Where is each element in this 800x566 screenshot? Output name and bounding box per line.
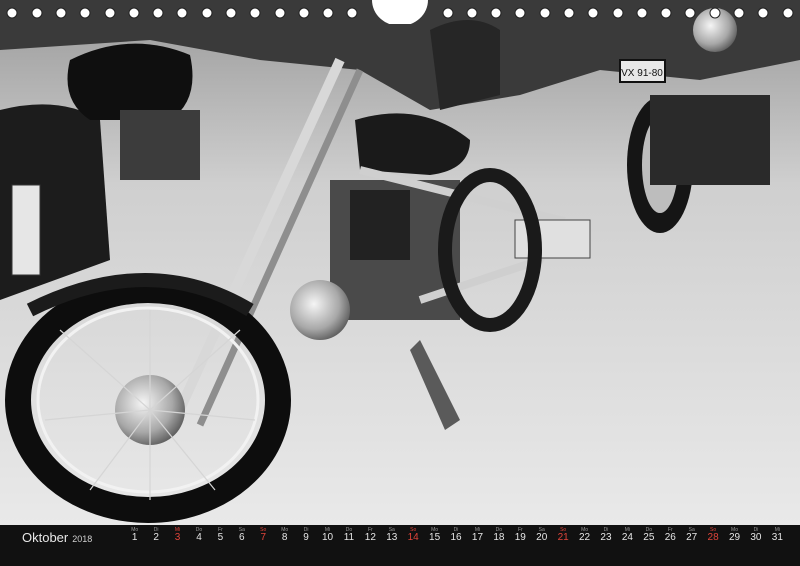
calendar-day: Mo 22 [574,525,595,566]
day-number: 18 [493,532,505,543]
calendar-day: Di 23 [595,525,616,566]
calendar-day: Mo 8 [274,525,295,566]
day-number: 8 [281,532,288,543]
year-label: 2018 [72,534,93,544]
day-number: 26 [664,532,676,543]
calendar-day: Mi 17 [467,525,488,566]
day-number: 19 [514,532,526,543]
calendar-day: Sa 20 [531,525,552,566]
day-row: Mo 1 Di 2 Mi 3 Do 4 Fr 5 Sa 6 So 7 Mo 8 Di 9 Mi 10 Do 11 Fr 12 S… [124,525,788,566]
day-number: 30 [750,532,762,543]
day-number: 2 [153,532,159,543]
calendar-day: So 28 [702,525,723,566]
day-number: 5 [217,532,224,543]
calendar-day: Mo 15 [424,525,445,566]
day-number: 14 [407,532,419,543]
day-number: 27 [686,532,698,543]
calendar-day: Sa 6 [231,525,252,566]
calendar-day: Sa 27 [681,525,702,566]
day-number: 25 [643,532,655,543]
day-number: 10 [321,532,334,543]
day-number: 6 [239,532,245,543]
day-number: 16 [450,532,462,543]
calendar-day: So 7 [253,525,274,566]
spiral-binding [6,0,794,24]
day-number: 22 [579,532,591,543]
day-number: 15 [429,532,441,543]
calendar-day: Sa 13 [381,525,402,566]
motorcycle-photo: VX 91-80 [0,0,800,525]
calendar-strip: Oktober 2018 Mo 1 Di 2 Mi 3 Do 4 Fr 5 Sa 6 So 7 Mo 8 Di 9 M… [0,525,800,566]
calendar-day: Di 2 [145,525,166,566]
day-number: 20 [536,532,548,543]
license-plate: VX 91-80 [621,68,663,79]
calendar-day: Mo 29 [724,525,745,566]
calendar-day: Fr 12 [360,525,381,566]
calendar-day: So 14 [402,525,423,566]
crouching-person [430,20,500,110]
calendar-day: Fr 19 [510,525,531,566]
calendar-day: Do 11 [338,525,359,566]
calendar-day: Di 30 [745,525,766,566]
hanger-cutout [372,0,428,24]
day-number: 1 [131,532,138,543]
calendar-day: Di 16 [445,525,466,566]
calendar-day: Mi 24 [617,525,638,566]
month-label: Oktober 2018 [22,530,92,545]
calendar-day: Di 9 [295,525,316,566]
calendar-day: Mo 1 [124,525,145,566]
day-number: 4 [196,532,202,543]
day-number: 9 [303,532,309,543]
day-number: 3 [174,532,181,543]
photo-scene: VX 91-80 [0,0,800,525]
day-number: 24 [621,532,633,543]
day-number: 28 [707,532,719,543]
calendar-day: Do 18 [488,525,509,566]
calendar-day: Do 25 [638,525,659,566]
month-name: Oktober [22,530,69,545]
day-number: 11 [343,532,355,543]
day-number: 31 [771,532,783,543]
day-number: 12 [364,532,376,543]
calendar-day: So 21 [552,525,573,566]
calendar-day: Fr 5 [210,525,231,566]
calendar-day: Mi 31 [767,525,788,566]
calendar-day: Mi 3 [167,525,188,566]
day-number: 29 [728,532,741,543]
calendar-day: Mi 10 [317,525,338,566]
day-number: 17 [471,532,484,543]
day-number: 13 [386,532,398,543]
day-number: 7 [260,532,267,543]
day-number: 21 [557,532,569,543]
day-number: 23 [600,532,612,543]
calendar-day: Do 4 [188,525,209,566]
calendar-day: Fr 26 [660,525,681,566]
